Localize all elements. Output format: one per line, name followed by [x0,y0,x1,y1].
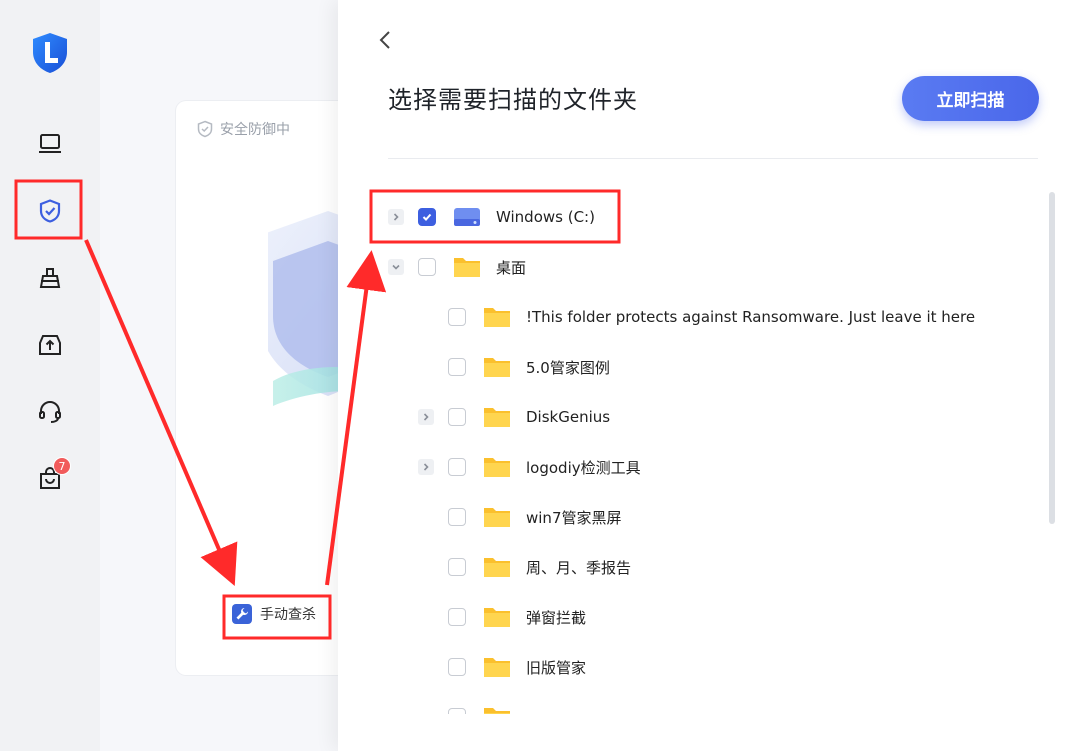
hard-drive-icon [454,208,480,226]
folder-label: 弹窗拦截 [526,608,587,627]
folder-select-drawer: 选择需要扫描的文件夹 立即扫描 Windows (C:) 桌面 !This fold… [338,0,1088,751]
folder-checkbox[interactable] [448,408,466,426]
folder-checkbox[interactable] [448,558,466,576]
folder-checkbox[interactable] [418,208,436,226]
scrollbar[interactable] [1049,192,1055,524]
shield-check-icon [197,120,213,138]
manual-scan-label: 手动查杀 [260,607,316,623]
folder-label: 旧版管家 [526,658,587,677]
upload-box-icon [39,335,61,355]
folder-label: 周、月、季报告 [526,558,632,577]
notification-badge: 7 [53,457,71,475]
app-logo-icon [33,33,67,73]
folder-icon [484,658,510,677]
folder-checkbox[interactable] [448,508,466,526]
headset-icon [39,401,61,423]
status-line: 安全防御中 [196,119,290,139]
sidebar-item-device[interactable] [30,124,70,164]
tree-row[interactable]: 弹窗拦截 [418,592,586,642]
back-chevron-icon[interactable] [374,28,398,52]
folder-icon [484,708,510,714]
folder-checkbox[interactable] [448,308,466,326]
folder-label: win7管家黑屏 [526,508,622,527]
tree-row[interactable]: !This folder protects against Ransomware… [418,292,975,342]
wrench-icon [232,604,252,624]
drawer-title: 选择需要扫描的文件夹 [388,86,638,114]
status-text: 安全防御中 [220,122,290,138]
folder-checkbox[interactable] [448,708,466,714]
folder-tree: Windows (C:) 桌面 !This folder protects agai… [338,192,1038,714]
folder-icon [484,308,510,327]
folder-label: Windows (C:) [496,208,595,226]
folder-label: 5.0管家图例 [526,358,610,377]
folder-checkbox[interactable] [448,658,466,676]
chevron-right-icon[interactable] [418,459,434,475]
sidebar-item-store[interactable]: 7 [30,457,71,499]
sidebar-item-cleanup[interactable] [30,258,70,298]
sidebar-item-protection[interactable] [30,191,70,231]
folder-label: DiskGenius [526,408,611,426]
manual-scan-button[interactable]: 手动查杀 [232,604,316,624]
folder-icon [484,458,510,477]
chevron-right-icon[interactable] [418,409,434,425]
tree-row[interactable] [418,692,526,714]
tree-row[interactable]: 周、月、季报告 [418,542,631,592]
folder-label: logodiy检测工具 [526,458,641,477]
folder-label: !This folder protects against Ransomware… [526,308,976,326]
folder-icon [454,258,480,277]
folder-label: 桌面 [496,258,527,277]
tree-row[interactable]: 5.0管家图例 [418,342,610,392]
folder-icon [484,408,510,427]
chevron-right-icon[interactable] [388,209,404,225]
shield-check-icon [39,199,61,223]
folder-icon [484,608,510,627]
folder-checkbox[interactable] [448,358,466,376]
broom-icon [39,268,61,288]
tree-row[interactable]: 桌面 [388,242,526,292]
tree-row[interactable]: DiskGenius [418,392,610,442]
folder-icon [484,358,510,377]
scan-now-button[interactable]: 立即扫描 [902,76,1039,121]
divider [388,158,1038,159]
folder-checkbox[interactable] [418,258,436,276]
folder-checkbox[interactable] [448,608,466,626]
folder-checkbox[interactable] [448,458,466,476]
tree-row[interactable]: Windows (C:) [388,192,595,242]
sidebar-item-upload[interactable] [30,325,70,365]
tree-row[interactable]: 旧版管家 [418,642,586,692]
sidebar-item-support[interactable] [30,392,70,432]
folder-icon [484,508,510,527]
laptop-icon [39,134,61,153]
sidebar: 7 [0,0,100,751]
chevron-down-icon[interactable] [388,259,404,275]
folder-icon [484,558,510,577]
tree-row[interactable]: logodiy检测工具 [418,442,641,492]
tree-row[interactable]: win7管家黑屏 [418,492,622,542]
